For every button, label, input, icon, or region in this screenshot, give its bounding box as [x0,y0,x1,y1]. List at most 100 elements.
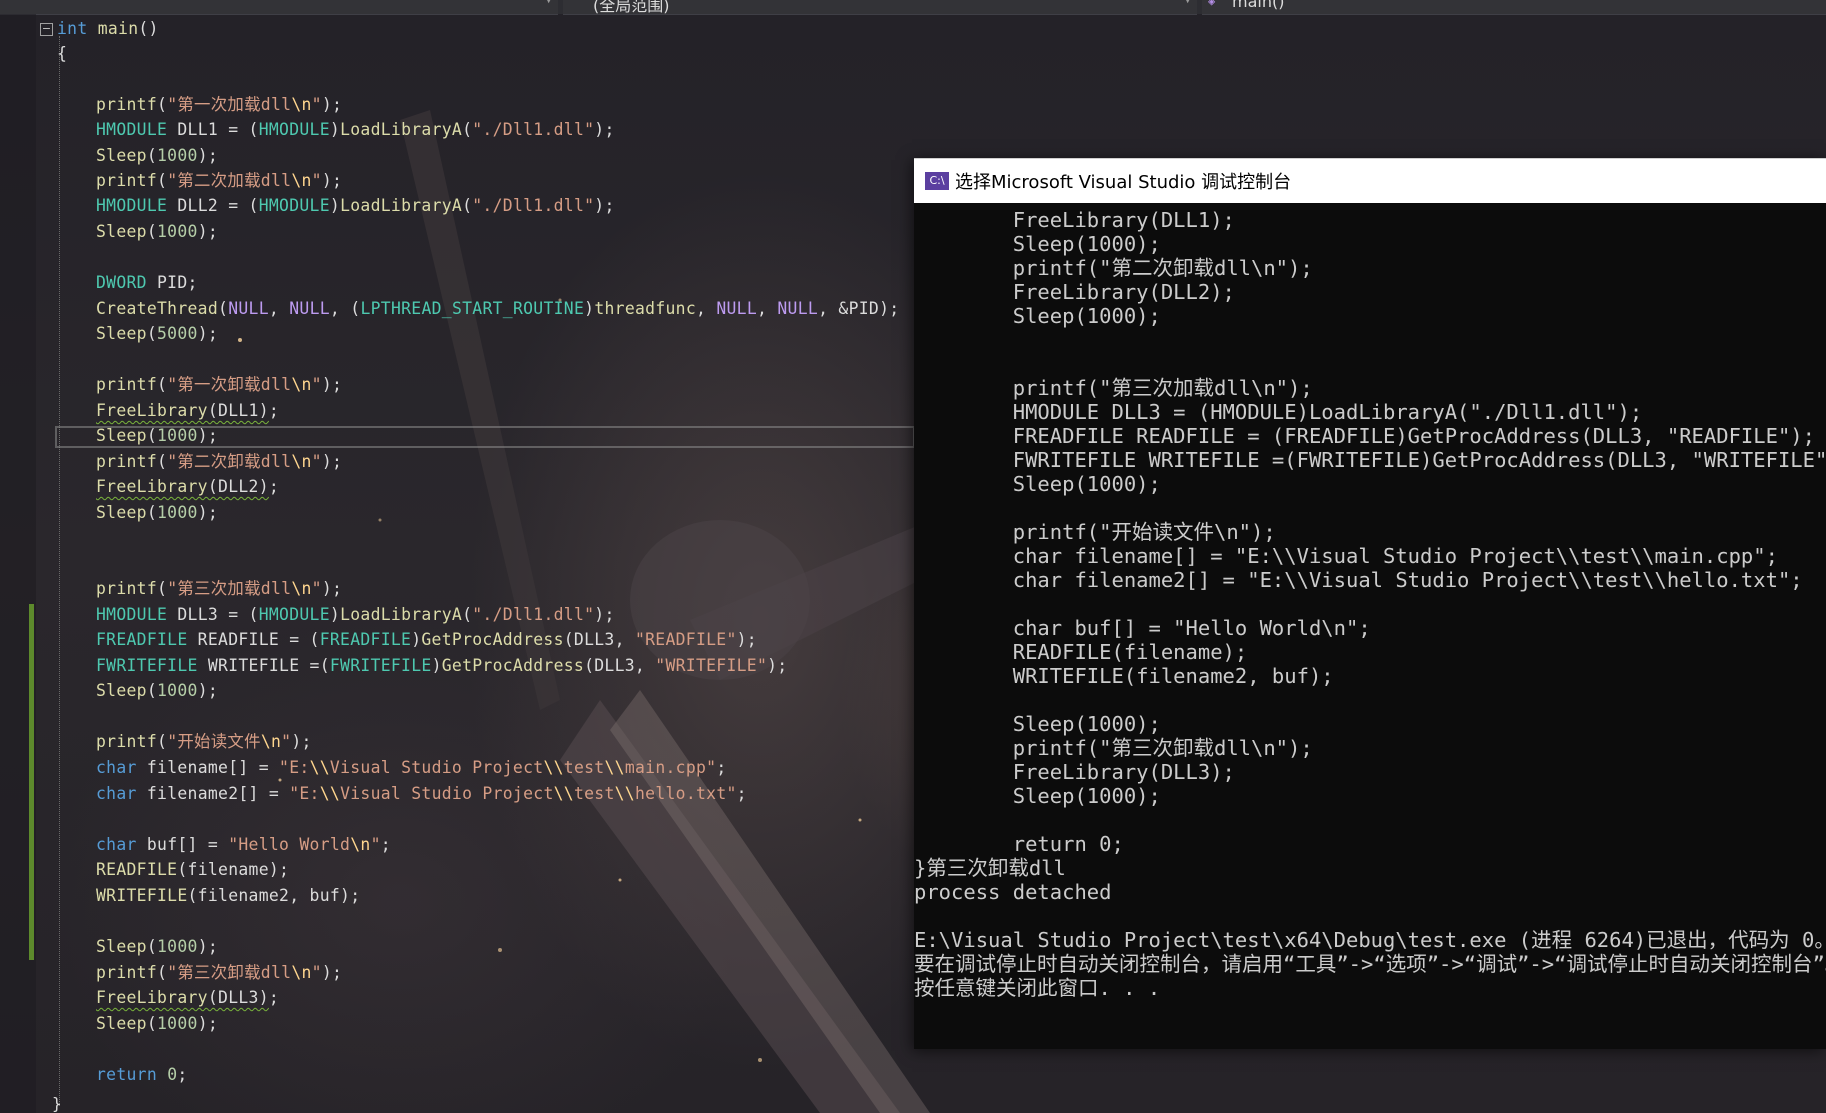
member-dropdown[interactable]: ◈ main() [1202,0,1826,15]
code-line[interactable]: FreeLibrary(DLL2); [96,474,279,499]
code-token: \n [291,963,312,982]
code-line[interactable]: printf("第二次卸载dll\n"); [96,449,342,474]
code-line[interactable]: Sleep(1000); [96,500,218,525]
code-line[interactable]: Sleep(1000); [96,1011,218,1036]
code-token: printf [96,95,158,114]
code-token: , [757,299,778,318]
code-line[interactable]: CreateThread(NULL, NULL, (LPTHREAD_START… [96,296,899,321]
code-line[interactable]: printf("第三次加载dll\n"); [96,576,342,601]
code-token: ) [431,656,442,675]
code-token: FREADFILE [319,630,412,649]
collapse-icon[interactable]: − [40,23,53,36]
code-token: \n [291,452,312,471]
code-line[interactable]: char filename2[] = "E:\\Visual Studio Pr… [96,781,747,806]
code-token: , [268,299,290,318]
code-line[interactable]: Sleep(1000); [96,423,218,448]
code-token: filename2[] = [136,784,290,803]
code-token: (filename2, buf); [187,886,361,905]
code-token: ( [157,452,168,471]
code-token: ); [594,120,615,139]
code-token: ) [411,630,422,649]
code-token: ); [321,171,343,190]
code-token: printf [96,963,158,982]
code-line[interactable]: { [57,41,67,66]
console-line: printf("第二次卸载dll\n"); [914,256,1313,280]
code-line[interactable]: printf("第二次加载dll\n"); [96,168,342,193]
code-token: ; [268,988,280,1007]
navigation-bar: ▾ (全局范围) ▾ ◈ main() [0,0,1826,15]
code-line[interactable]: printf("开始读文件\n"); [96,729,312,754]
code-token: DLL2 = ( [167,196,259,215]
code-token: WRITEFILE [96,886,188,905]
code-token: printf [96,732,158,751]
code-token: printf [96,375,158,394]
code-token: DWORD [96,273,147,292]
code-token: 1000 [157,681,198,700]
project-dropdown[interactable]: ▾ [0,0,558,15]
code-token: int [57,19,88,38]
code-line[interactable]: FREADFILE READFILE = (FREADFILE)GetProcA… [96,627,757,652]
code-token: "第三次加载dll [167,579,292,598]
code-line[interactable]: READFILE(filename); [96,857,289,882]
code-token: ( [146,503,158,522]
code-token: NULL [289,299,330,318]
console-line: 要在调试停止时自动关闭控制台，请启用“工具”->“选项”->“调试”->“调试停… [914,952,1826,976]
code-token: hello.txt" [634,784,737,803]
code-token: ); [736,630,757,649]
console-title-bar[interactable]: C:\ 选择Microsoft Visual Studio 调试控制台 [914,158,1826,203]
code-line[interactable]: Sleep(5000); [96,321,218,346]
code-token: (DLL1) [207,401,269,420]
code-line[interactable]: FreeLibrary(DLL3); [96,985,279,1010]
code-line[interactable]: printf("第三次卸载dll\n"); [96,960,342,985]
code-token: LoadLibraryA [340,605,463,624]
code-token: , ( [329,299,361,318]
code-token: WRITEFILE =( [197,656,330,675]
code-line[interactable]: WRITEFILE(filename2, buf); [96,883,360,908]
code-token: NULL [716,299,758,318]
code-token: ); [197,222,219,241]
code-token: ); [197,503,219,522]
scope-dropdown[interactable]: (全局范围) ▾ [563,0,1197,15]
code-line[interactable]: printf("第一次卸载dll\n"); [96,372,342,397]
code-line[interactable]: Sleep(1000); [96,143,218,168]
code-line[interactable]: DWORD PID; [96,270,198,295]
code-token: ( [157,375,168,394]
code-token: ( [218,299,229,318]
code-token: 1000 [157,503,198,522]
code-line[interactable]: Sleep(1000); [96,219,218,244]
code-token: 1000 [157,1014,198,1033]
code-token: "READFILE" [634,630,737,649]
code-line[interactable]: FreeLibrary(DLL1); [96,398,279,423]
code-line[interactable]: char filename[] = "E:\\Visual Studio Pro… [96,755,727,780]
code-token: ); [321,579,343,598]
code-token: ; [736,784,747,803]
console-output[interactable]: FreeLibrary(DLL1); Sleep(1000); printf("… [914,202,1826,1049]
code-token: char [96,758,137,777]
code-token: "开始读文件 [167,732,261,751]
code-line[interactable]: char buf[] = "Hello World\n"; [96,832,391,857]
code-line[interactable]: HMODULE DLL2 = (HMODULE)LoadLibraryA("./… [96,193,615,218]
code-line[interactable]: return 0; [96,1062,188,1087]
scope-dropdown-value: (全局范围) [593,0,670,15]
code-token: test [573,784,615,803]
code-token: " [311,95,322,114]
code-line[interactable]: HMODULE DLL3 = (HMODULE)LoadLibraryA("./… [96,602,615,627]
code-token: ( [157,732,168,751]
code-line[interactable]: FWRITEFILE WRITEFILE =(FWRITEFILE)GetPro… [96,653,787,678]
code-line[interactable]: int main() [57,16,159,41]
code-token: "Hello World [228,835,351,854]
debug-console-window[interactable]: C:\ 选择Microsoft Visual Studio 调试控制台 Free… [914,158,1826,1049]
code-token: main [97,19,139,38]
code-token: HMODULE [258,196,330,215]
method-icon: ◈ [1208,0,1216,8]
code-token: ( [462,196,473,215]
code-token: buf[] = [136,835,229,854]
code-line[interactable]: HMODULE DLL1 = (HMODULE)LoadLibraryA("./… [96,117,615,142]
code-token: Sleep [96,503,147,522]
code-token: FreeLibrary [96,477,208,496]
code-line[interactable]: Sleep(1000); [96,934,218,959]
code-line[interactable]: printf("第一次加载dll\n"); [96,92,342,117]
code-line[interactable]: Sleep(1000); [96,678,218,703]
code-token: ; [380,835,391,854]
